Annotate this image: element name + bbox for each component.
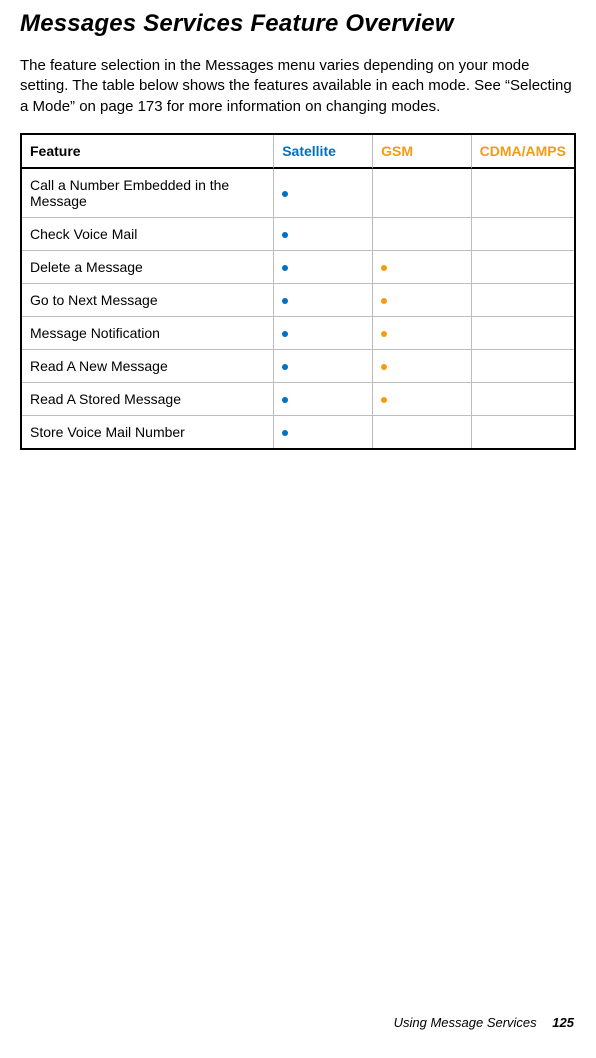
- header-gsm: GSM: [372, 135, 471, 169]
- dot-icon: [381, 298, 387, 304]
- cdma-cell: [471, 415, 574, 448]
- dot-icon: [282, 430, 288, 436]
- satellite-cell: [273, 283, 372, 316]
- gsm-cell: [372, 283, 471, 316]
- satellite-cell: [273, 250, 372, 283]
- footer-section: Using Message Services: [394, 1015, 537, 1030]
- header-satellite: Satellite: [273, 135, 372, 169]
- feature-cell: Check Voice Mail: [22, 217, 273, 250]
- gsm-cell: [372, 316, 471, 349]
- cdma-cell: [471, 349, 574, 382]
- dot-icon: [282, 364, 288, 370]
- cdma-cell: [471, 316, 574, 349]
- dot-icon: [282, 265, 288, 271]
- satellite-cell: [273, 169, 372, 217]
- feature-cell: Read A New Message: [22, 349, 273, 382]
- gsm-cell: [372, 217, 471, 250]
- feature-cell: Read A Stored Message: [22, 382, 273, 415]
- dot-icon: [282, 397, 288, 403]
- cdma-cell: [471, 382, 574, 415]
- feature-cell: Message Notification: [22, 316, 273, 349]
- intro-paragraph: The feature selection in the Messages me…: [20, 56, 576, 117]
- header-feature: Feature: [22, 135, 273, 169]
- cdma-cell: [471, 283, 574, 316]
- table-row: Delete a Message: [22, 250, 574, 283]
- feature-cell: Call a Number Embedded in the Message: [22, 169, 273, 217]
- gsm-cell: [372, 415, 471, 448]
- table-row: Read A Stored Message: [22, 382, 574, 415]
- table-header-row: Feature Satellite GSM CDMA/AMPS: [22, 135, 574, 169]
- gsm-cell: [372, 250, 471, 283]
- dot-icon: [282, 331, 288, 337]
- dot-icon: [381, 265, 387, 271]
- gsm-cell: [372, 169, 471, 217]
- cdma-cell: [471, 169, 574, 217]
- table-body: Call a Number Embedded in the MessageChe…: [22, 169, 574, 448]
- table-row: Message Notification: [22, 316, 574, 349]
- dot-icon: [381, 364, 387, 370]
- document-page: Messages Services Feature Overview The f…: [0, 0, 596, 1058]
- cdma-cell: [471, 217, 574, 250]
- satellite-cell: [273, 217, 372, 250]
- page-footer: Using Message Services 125: [394, 1015, 574, 1030]
- cdma-cell: [471, 250, 574, 283]
- gsm-cell: [372, 382, 471, 415]
- footer-page-number: 125: [552, 1015, 574, 1030]
- dot-icon: [282, 232, 288, 238]
- page-title: Messages Services Feature Overview: [20, 10, 576, 38]
- table-row: Check Voice Mail: [22, 217, 574, 250]
- feature-cell: Store Voice Mail Number: [22, 415, 273, 448]
- feature-cell: Delete a Message: [22, 250, 273, 283]
- table-row: Store Voice Mail Number: [22, 415, 574, 448]
- table-row: Go to Next Message: [22, 283, 574, 316]
- gsm-cell: [372, 349, 471, 382]
- table-row: Call a Number Embedded in the Message: [22, 169, 574, 217]
- satellite-cell: [273, 316, 372, 349]
- header-cdma: CDMA/AMPS: [471, 135, 574, 169]
- feature-cell: Go to Next Message: [22, 283, 273, 316]
- satellite-cell: [273, 415, 372, 448]
- dot-icon: [282, 191, 288, 197]
- dot-icon: [282, 298, 288, 304]
- satellite-cell: [273, 349, 372, 382]
- dot-icon: [381, 331, 387, 337]
- feature-table: Feature Satellite GSM CDMA/AMPS Call a N…: [20, 133, 576, 450]
- satellite-cell: [273, 382, 372, 415]
- table-row: Read A New Message: [22, 349, 574, 382]
- dot-icon: [381, 397, 387, 403]
